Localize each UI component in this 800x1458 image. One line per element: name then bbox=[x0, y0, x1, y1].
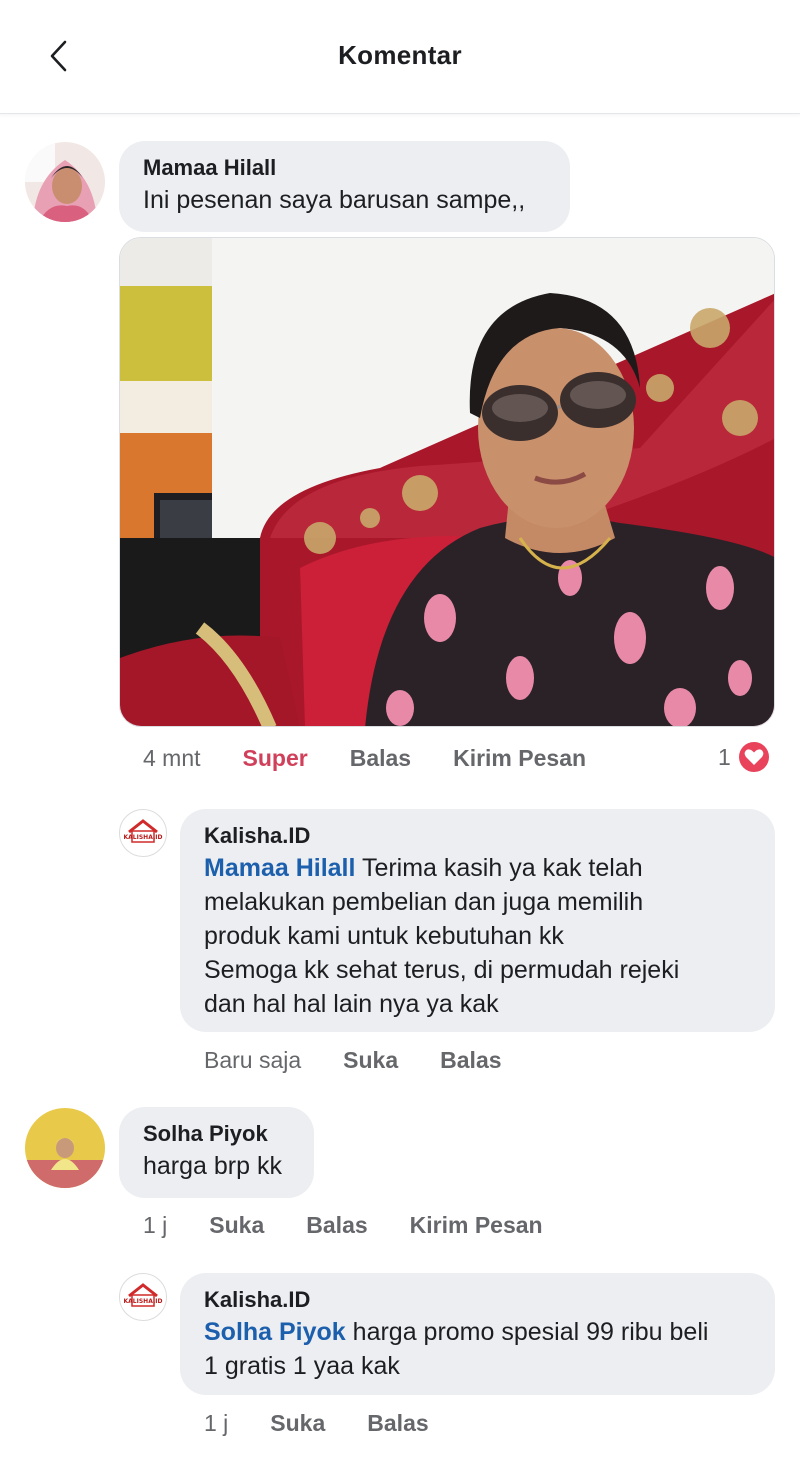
comment-bubble[interactable]: Mamaa Hilall Ini pesenan saya barusan sa… bbox=[119, 141, 570, 232]
reply-author[interactable]: Kalisha.ID bbox=[204, 1285, 751, 1315]
reply-text: Mamaa Hilall Terima kasih ya kak telah m… bbox=[204, 854, 680, 1018]
comment-text: Ini pesenan saya barusan sampe,, bbox=[143, 186, 526, 214]
comment-actions: 1 j Suka Balas Kirim Pesan bbox=[143, 1208, 585, 1242]
reply-text: Solha Piyok harga promo spesial 99 ribu … bbox=[204, 1318, 709, 1380]
logo-text: KALISHA.ID bbox=[124, 834, 163, 841]
reply-bubble[interactable]: Kalisha.ID Solha Piyok harga promo spesi… bbox=[180, 1273, 775, 1395]
send-message-button[interactable]: Kirim Pesan bbox=[453, 745, 586, 772]
mention-link[interactable]: Solha Piyok bbox=[204, 1318, 346, 1346]
reply-actions: 1 j Suka Balas bbox=[204, 1406, 471, 1440]
reaction-summary[interactable]: 1 bbox=[718, 740, 771, 774]
reply-time: Baru saja bbox=[204, 1046, 302, 1073]
avatar-mamaa-hilall[interactable] bbox=[25, 142, 105, 222]
page-title: Komentar bbox=[338, 40, 462, 70]
avatar-kalisha-id[interactable]: KALISHA.ID bbox=[119, 809, 167, 857]
comment-actions: 4 mnt Super Balas Kirim Pesan bbox=[143, 741, 628, 775]
reply-button[interactable]: Balas bbox=[306, 1212, 367, 1239]
send-message-button[interactable]: Kirim Pesan bbox=[410, 1212, 543, 1239]
reply-button[interactable]: Balas bbox=[367, 1410, 428, 1437]
reply-bubble[interactable]: Kalisha.ID Mamaa Hilall Terima kasih ya … bbox=[180, 809, 775, 1032]
reply-time: 1 j bbox=[204, 1409, 229, 1436]
heart-icon bbox=[736, 740, 771, 774]
avatar-solha-piyok[interactable] bbox=[25, 1108, 105, 1188]
reply-button[interactable]: Balas bbox=[440, 1047, 501, 1074]
comment-photo[interactable] bbox=[119, 237, 775, 727]
like-button[interactable]: Suka bbox=[270, 1410, 325, 1437]
mention-link[interactable]: Mamaa Hilall bbox=[204, 854, 355, 882]
reply-button[interactable]: Balas bbox=[350, 745, 411, 772]
logo-text: KALISHA.ID bbox=[124, 1298, 163, 1305]
comment-text: harga brp kk bbox=[143, 1152, 282, 1180]
comment-time: 4 mnt bbox=[143, 744, 201, 771]
avatar-kalisha-id[interactable]: KALISHA.ID bbox=[119, 1273, 167, 1321]
super-reaction-button[interactable]: Super bbox=[243, 745, 308, 772]
like-button[interactable]: Suka bbox=[343, 1047, 398, 1074]
like-button[interactable]: Suka bbox=[209, 1212, 264, 1239]
comment-time: 1 j bbox=[143, 1211, 168, 1238]
comment-author[interactable]: Mamaa Hilall bbox=[143, 153, 546, 183]
reaction-count: 1 bbox=[718, 743, 731, 770]
comment-author[interactable]: Solha Piyok bbox=[143, 1119, 290, 1149]
comment-bubble[interactable]: Solha Piyok harga brp kk bbox=[119, 1107, 314, 1198]
reply-author[interactable]: Kalisha.ID bbox=[204, 821, 751, 851]
top-bar: Komentar bbox=[0, 0, 800, 114]
reply-actions: Baru saja Suka Balas bbox=[204, 1043, 544, 1077]
